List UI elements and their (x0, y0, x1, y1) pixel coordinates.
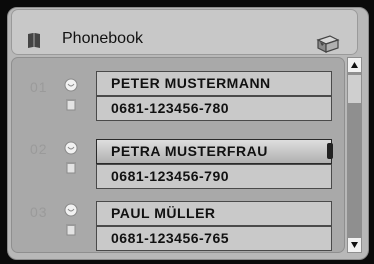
contact-number: 0681-123456-790 (111, 168, 230, 184)
contact-number: 0681-123456-780 (111, 100, 230, 116)
contact-name: PAUL MÜLLER (111, 205, 216, 221)
page-title: Phonebook (62, 30, 143, 47)
contact-name: PETRA MUSTERFRAU (111, 143, 268, 159)
contact-index: 03 (30, 204, 48, 220)
scroll-thumb[interactable] (348, 75, 361, 103)
contact-index: 02 (30, 141, 48, 157)
smiley-icon[interactable] (64, 141, 78, 155)
phonebook-window: Phonebook 01 PETER MUSTERMANN 0681-12345… (0, 0, 374, 264)
trash-icon[interactable] (64, 160, 78, 174)
trash-icon[interactable] (64, 97, 78, 111)
contact-name-field[interactable]: PAUL MÜLLER (96, 201, 332, 226)
contact-name-field[interactable]: PETER MUSTERMANN (96, 71, 332, 96)
contact-name-field-selected[interactable]: PETRA MUSTERFRAU (96, 139, 333, 164)
contact-number: 0681-123456-765 (111, 230, 230, 246)
smiley-icon[interactable] (64, 78, 78, 92)
trash-icon[interactable] (64, 222, 78, 236)
contact-number-field[interactable]: 0681-123456-780 (96, 96, 332, 121)
contact-name: PETER MUSTERMANN (111, 75, 271, 91)
selection-tag (327, 143, 333, 159)
scrollbar[interactable] (347, 57, 362, 253)
contact-number-field[interactable]: 0681-123456-790 (96, 164, 332, 189)
phonebook-icon (28, 33, 40, 48)
mail-icon[interactable] (310, 30, 342, 54)
contact-number-field[interactable]: 0681-123456-765 (96, 226, 332, 251)
contact-index: 01 (30, 79, 48, 95)
smiley-icon[interactable] (64, 203, 78, 217)
